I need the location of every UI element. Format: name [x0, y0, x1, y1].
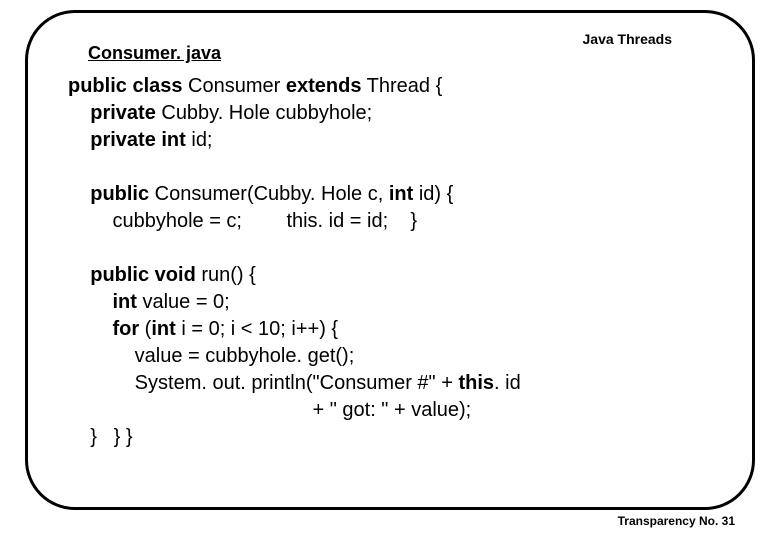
slide-title: Consumer. java — [88, 43, 221, 64]
code-text: value = cubbyhole. get(); — [68, 345, 354, 367]
code-text: value = 0; — [137, 291, 230, 313]
slide-frame: Java Threads Consumer. java public class… — [25, 10, 755, 510]
code-text: Consumer — [183, 75, 286, 97]
kw-int: int — [389, 183, 413, 205]
code-text: } } } — [68, 426, 133, 448]
code-text: id) { — [413, 183, 453, 205]
slide-number: Transparency No. 31 — [618, 514, 735, 528]
code-text: i = 0; i < 10; i++) { — [176, 318, 338, 340]
code-text: + " got: " + value); — [68, 399, 471, 421]
kw-public-class: public class — [68, 75, 183, 97]
code-text: id; — [186, 129, 213, 151]
kw-public: public — [68, 183, 149, 205]
kw-for: for — [68, 318, 139, 340]
kw-public-void: public void — [68, 264, 196, 286]
code-text: Thread { — [361, 75, 442, 97]
kw-int: int — [68, 291, 137, 313]
kw-int: int — [151, 318, 175, 340]
code-text: . id — [494, 372, 521, 394]
code-text: cubbyhole = c; this. id = id; } — [68, 210, 417, 232]
code-text: run() { — [196, 264, 256, 286]
kw-private-int: private int — [68, 129, 186, 151]
kw-this: this — [458, 372, 494, 394]
topic-header: Java Threads — [583, 31, 673, 47]
code-text: Cubby. Hole cubbyhole; — [156, 102, 372, 124]
code-block: public class Consumer extends Thread { p… — [68, 73, 712, 451]
kw-extends: extends — [286, 75, 362, 97]
code-text: System. out. println("Consumer #" + — [68, 372, 458, 394]
kw-private: private — [68, 102, 156, 124]
code-text: ( — [139, 318, 151, 340]
code-text: Consumer(Cubby. Hole c, — [149, 183, 389, 205]
